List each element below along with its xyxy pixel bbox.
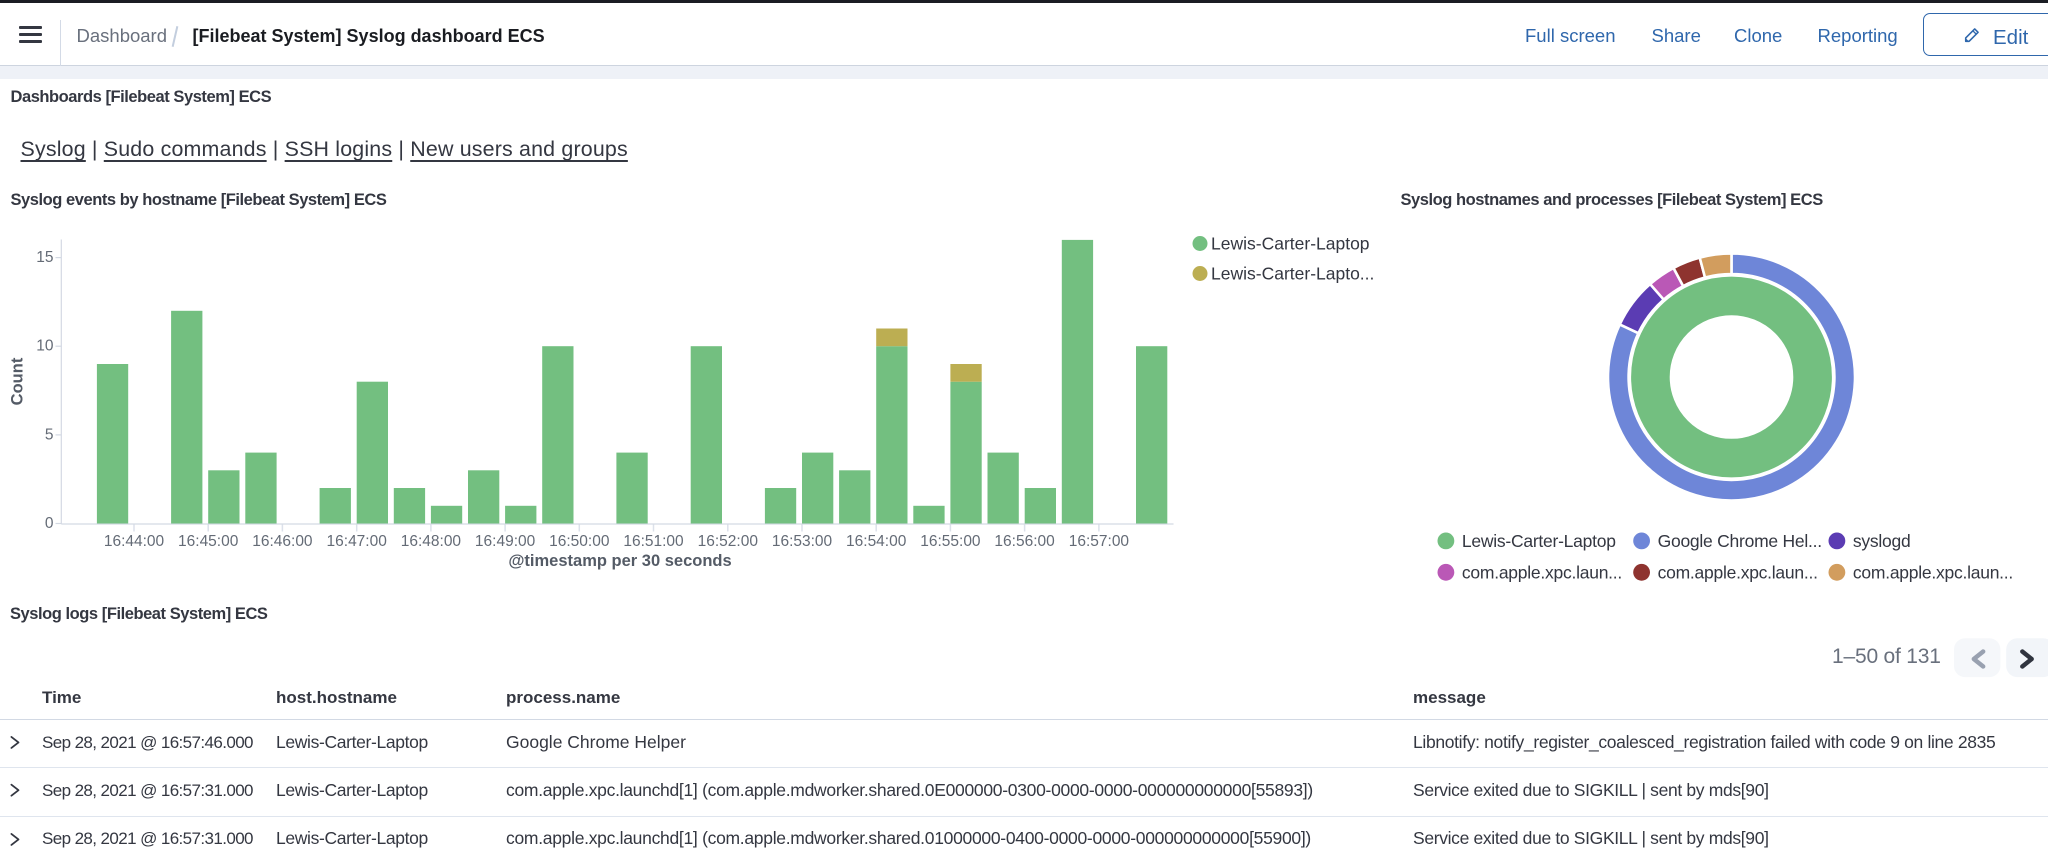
svg-text:com.apple.xpc.laun...: com.apple.xpc.laun... — [1658, 562, 1818, 582]
svg-text:16:50:00: 16:50:00 — [549, 533, 610, 550]
svg-text:@timestamp per 30 seconds: @timestamp per 30 seconds — [508, 552, 731, 570]
svg-text:15: 15 — [36, 249, 53, 266]
svg-text:16:48:00: 16:48:00 — [401, 533, 462, 550]
svg-text:16:53:00: 16:53:00 — [772, 533, 833, 550]
svg-text:Count: Count — [9, 357, 27, 405]
svg-text:16:49:00: 16:49:00 — [475, 533, 536, 550]
svg-text:16:55:00: 16:55:00 — [920, 533, 981, 550]
svg-text:0: 0 — [45, 515, 54, 532]
svg-text:16:51:00: 16:51:00 — [623, 533, 684, 550]
svg-text:16:46:00: 16:46:00 — [252, 533, 313, 550]
svg-text:com.apple.xpc.laun...: com.apple.xpc.laun... — [1462, 562, 1622, 582]
svg-text:16:47:00: 16:47:00 — [327, 533, 388, 550]
svg-text:Google Chrome Hel...: Google Chrome Hel... — [1658, 531, 1822, 551]
svg-text:Lewis-Carter-Laptop: Lewis-Carter-Laptop — [1462, 531, 1616, 551]
svg-text:5: 5 — [45, 426, 54, 443]
svg-text:16:57:00: 16:57:00 — [1069, 533, 1130, 550]
svg-text:16:44:00: 16:44:00 — [104, 533, 165, 550]
svg-text:syslogd: syslogd — [1853, 531, 1911, 551]
svg-text:10: 10 — [36, 338, 54, 355]
svg-text:Lewis-Carter-Laptop: Lewis-Carter-Laptop — [1211, 234, 1370, 254]
svg-text:Lewis-Carter-Lapto...: Lewis-Carter-Lapto... — [1211, 264, 1374, 284]
svg-text:16:45:00: 16:45:00 — [178, 533, 239, 550]
svg-text:16:52:00: 16:52:00 — [698, 533, 759, 550]
svg-text:com.apple.xpc.laun...: com.apple.xpc.laun... — [1853, 562, 2013, 582]
svg-text:16:56:00: 16:56:00 — [994, 533, 1055, 550]
svg-text:16:54:00: 16:54:00 — [846, 533, 907, 550]
